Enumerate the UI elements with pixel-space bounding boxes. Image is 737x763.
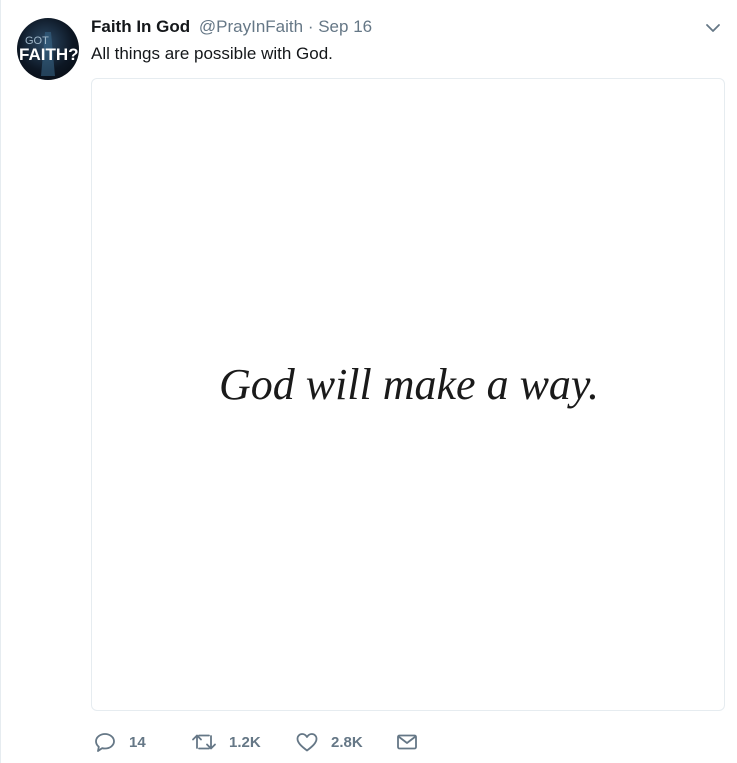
- tweet-text: All things are possible with God.: [91, 44, 333, 63]
- retweet-icon: [191, 731, 217, 753]
- reply-count: 14: [129, 733, 146, 751]
- avatar[interactable]: GOT FAITH?: [17, 18, 79, 80]
- user-handle[interactable]: @PrayInFaith: [199, 17, 303, 36]
- like-button[interactable]: 2.8K: [295, 728, 363, 756]
- direct-message-button[interactable]: [395, 728, 419, 756]
- reply-icon: [93, 731, 117, 753]
- reply-button[interactable]: 14: [93, 728, 146, 756]
- image-quote-text: God will make a way.: [219, 360, 599, 409]
- retweet-button[interactable]: 1.2K: [191, 728, 261, 756]
- avatar-text-main: FAITH?: [19, 45, 79, 64]
- display-name[interactable]: Faith In God: [91, 17, 190, 36]
- tweet-image[interactable]: God will make a way.: [91, 78, 725, 711]
- envelope-icon: [395, 731, 419, 753]
- chevron-down-icon[interactable]: [703, 18, 723, 38]
- retweet-count: 1.2K: [229, 733, 261, 751]
- tweet-header: Faith In God @PrayInFaith · Sep 16: [91, 16, 372, 38]
- like-count: 2.8K: [331, 733, 363, 751]
- heart-icon: [295, 731, 319, 753]
- tweet-date[interactable]: Sep 16: [318, 17, 372, 36]
- tweet-card[interactable]: GOT FAITH? Faith In God @PrayInFaith · S…: [0, 0, 737, 763]
- separator: ·: [307, 17, 314, 36]
